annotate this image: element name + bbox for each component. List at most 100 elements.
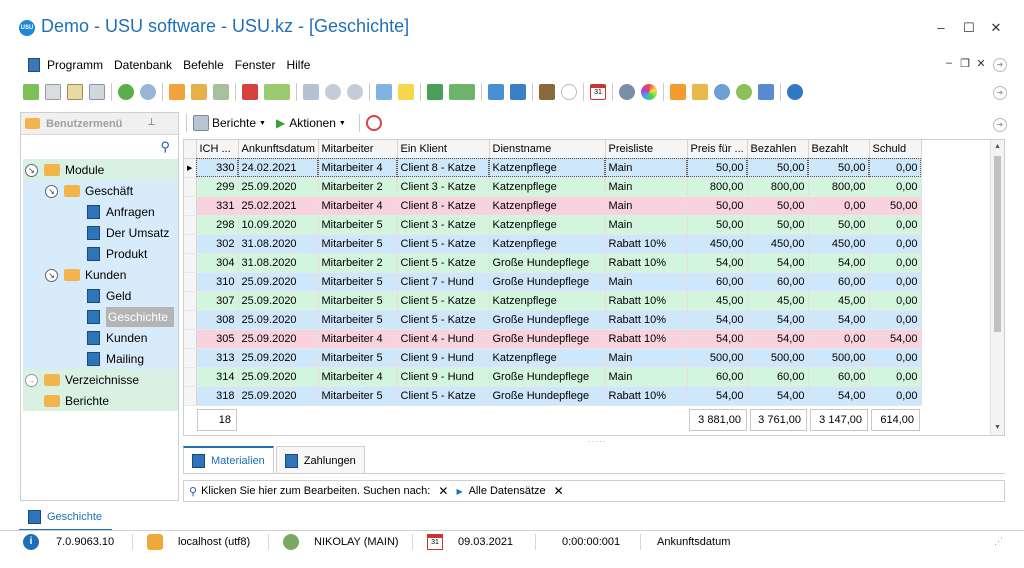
clear-filter-icon[interactable]: ✕ <box>438 484 448 498</box>
table-cell[interactable]: 50,00 <box>747 158 809 178</box>
table-cell[interactable]: 25.09.2020 <box>238 329 319 349</box>
excel-dropdown-icon[interactable] <box>449 84 475 100</box>
note-icon[interactable] <box>398 84 414 100</box>
sidebar-item[interactable]: ↘ Module <box>25 160 104 180</box>
table-cell[interactable]: 50,00 <box>808 215 870 235</box>
table-cell[interactable]: Mitarbeiter 5 <box>318 215 398 235</box>
table-cell[interactable]: 60,00 <box>747 367 809 387</box>
arrow-circle-icon[interactable] <box>561 84 577 100</box>
table-cell[interactable]: 50,00 <box>747 215 809 235</box>
collapse-arrow-icon[interactable]: ➜ <box>993 58 1007 72</box>
filter-icon[interactable] <box>169 84 185 100</box>
table-cell[interactable]: 800,00 <box>808 177 870 197</box>
excel-export-icon[interactable] <box>427 84 443 100</box>
table-row[interactable]: 298 10.09.2020 Mitarbeiter 5 Client 3 - Kat… <box>184 215 922 235</box>
table-cell[interactable]: Client 7 - Hund <box>397 272 490 292</box>
table-cell[interactable]: Mitarbeiter 4 <box>318 367 398 387</box>
table-row[interactable]: 313 25.09.2020 Mitarbeiter 5 Client 9 - Hun… <box>184 348 922 368</box>
table-cell[interactable]: 500,00 <box>808 348 870 368</box>
table-cell[interactable]: 24.02.2021 <box>238 158 319 178</box>
table-cell[interactable]: 60,00 <box>687 367 748 387</box>
collapse-icon[interactable]: ↘ <box>45 268 58 282</box>
table-cell[interactable]: 25.09.2020 <box>238 272 319 292</box>
table-cell[interactable]: Große Hundepflege <box>489 329 606 349</box>
sync-icon[interactable] <box>118 84 134 100</box>
copy-icon[interactable] <box>45 84 61 100</box>
table-cell[interactable]: 25.09.2020 <box>238 386 319 406</box>
table-cell[interactable]: Client 9 - Hund <box>397 348 490 368</box>
table-cell[interactable]: 50,00 <box>808 158 870 178</box>
table-cell[interactable]: 450,00 <box>747 234 809 254</box>
column-header[interactable]: Preis für ... <box>687 140 748 159</box>
scroll-thumb[interactable] <box>994 156 1001 332</box>
column-header[interactable]: Bezahlt <box>808 140 870 159</box>
table-cell[interactable]: 331 <box>196 196 239 216</box>
table-cell[interactable]: 54,00 <box>808 310 870 330</box>
user-key-icon[interactable] <box>714 84 730 100</box>
table-cell[interactable]: Große Hundepflege <box>489 367 606 387</box>
scroll-down-icon[interactable]: ▼ <box>994 424 1001 431</box>
collapse-up-icon[interactable] <box>347 84 363 100</box>
column-header[interactable]: Schuld <box>869 140 922 159</box>
info-icon[interactable] <box>787 84 803 100</box>
column-header[interactable]: Ein Klient <box>397 140 490 159</box>
table-cell[interactable]: Main <box>605 196 688 216</box>
filter-bar[interactable]: ⚲ Klicken Sie hier zum Bearbeiten. Suche… <box>183 480 1005 502</box>
table-cell[interactable]: 54,00 <box>808 253 870 273</box>
table-cell[interactable]: Mitarbeiter 5 <box>318 348 398 368</box>
table-cell[interactable]: 0,00 <box>869 177 922 197</box>
menu-fenster[interactable]: Fenster <box>235 58 276 72</box>
table-cell[interactable]: Main <box>605 367 688 387</box>
table-cell[interactable]: Client 3 - Katze <box>397 215 490 235</box>
table-cell[interactable]: Client 5 - Katze <box>397 234 490 254</box>
table-row[interactable]: 307 25.09.2020 Mitarbeiter 5 Client 5 - Kat… <box>184 291 922 311</box>
calendar-icon[interactable]: 31 <box>590 84 606 100</box>
tab-materialien[interactable]: Materialien <box>183 446 274 474</box>
vertical-scrollbar[interactable]: ▲ ▼ <box>990 140 1004 435</box>
table-cell[interactable]: 299 <box>196 177 239 197</box>
brush-icon[interactable] <box>758 84 774 100</box>
table-cell[interactable]: 0,00 <box>869 253 922 273</box>
table-cell[interactable]: 308 <box>196 310 239 330</box>
table-cell[interactable]: Mitarbeiter 5 <box>318 234 398 254</box>
lock-icon[interactable] <box>692 84 708 100</box>
users-icon[interactable] <box>736 84 752 100</box>
menu-hilfe[interactable]: Hilfe <box>286 58 310 72</box>
table-cell[interactable]: Katzenpflege <box>489 291 606 311</box>
menu-befehle[interactable]: Befehle <box>183 58 224 72</box>
table-cell[interactable]: 0,00 <box>869 291 922 311</box>
table-cell[interactable]: 31.08.2020 <box>238 253 319 273</box>
table-cell[interactable]: 10.09.2020 <box>238 215 319 235</box>
table-cell[interactable]: 45,00 <box>808 291 870 311</box>
table-cell[interactable]: Große Hundepflege <box>489 386 606 406</box>
edit-icon[interactable] <box>67 84 83 100</box>
table-cell[interactable]: 304 <box>196 253 239 273</box>
table-cell[interactable]: 0,00 <box>869 310 922 330</box>
table-cell[interactable]: 60,00 <box>808 367 870 387</box>
collapse-icon[interactable]: ↘ <box>45 184 58 198</box>
table-cell[interactable]: 50,00 <box>687 158 748 178</box>
maximize-button[interactable]: ☐ <box>957 17 981 39</box>
table-cell[interactable]: Mitarbeiter 2 <box>318 253 398 273</box>
table-cell[interactable]: 60,00 <box>808 272 870 292</box>
actions-button[interactable]: ▶ Aktionen ▼ <box>276 116 346 130</box>
table-cell[interactable]: Rabatt 10% <box>605 291 688 311</box>
table-cell[interactable]: Mitarbeiter 4 <box>318 196 398 216</box>
table-cell[interactable]: 25.09.2020 <box>238 348 319 368</box>
column-header[interactable]: Mitarbeiter <box>318 140 398 159</box>
table-cell[interactable]: 0,00 <box>869 158 922 178</box>
save-icon[interactable] <box>89 84 105 100</box>
app-menu-icon[interactable] <box>28 58 40 72</box>
resize-grip-icon[interactable]: ⋰ <box>994 536 1003 547</box>
table-cell[interactable]: 330 <box>196 158 239 178</box>
table-cell[interactable]: 31.08.2020 <box>238 234 319 254</box>
columns-icon[interactable] <box>303 84 319 100</box>
menu-datenbank[interactable]: Datenbank <box>114 58 172 72</box>
table-cell[interactable]: 298 <box>196 215 239 235</box>
filter-check-icon[interactable] <box>213 84 229 100</box>
sidebar-item[interactable]: Geschichte <box>87 306 175 328</box>
table-cell[interactable]: 313 <box>196 348 239 368</box>
column-header[interactable]: Dienstname <box>489 140 606 159</box>
table-cell[interactable]: 302 <box>196 234 239 254</box>
table-cell[interactable]: Main <box>605 272 688 292</box>
